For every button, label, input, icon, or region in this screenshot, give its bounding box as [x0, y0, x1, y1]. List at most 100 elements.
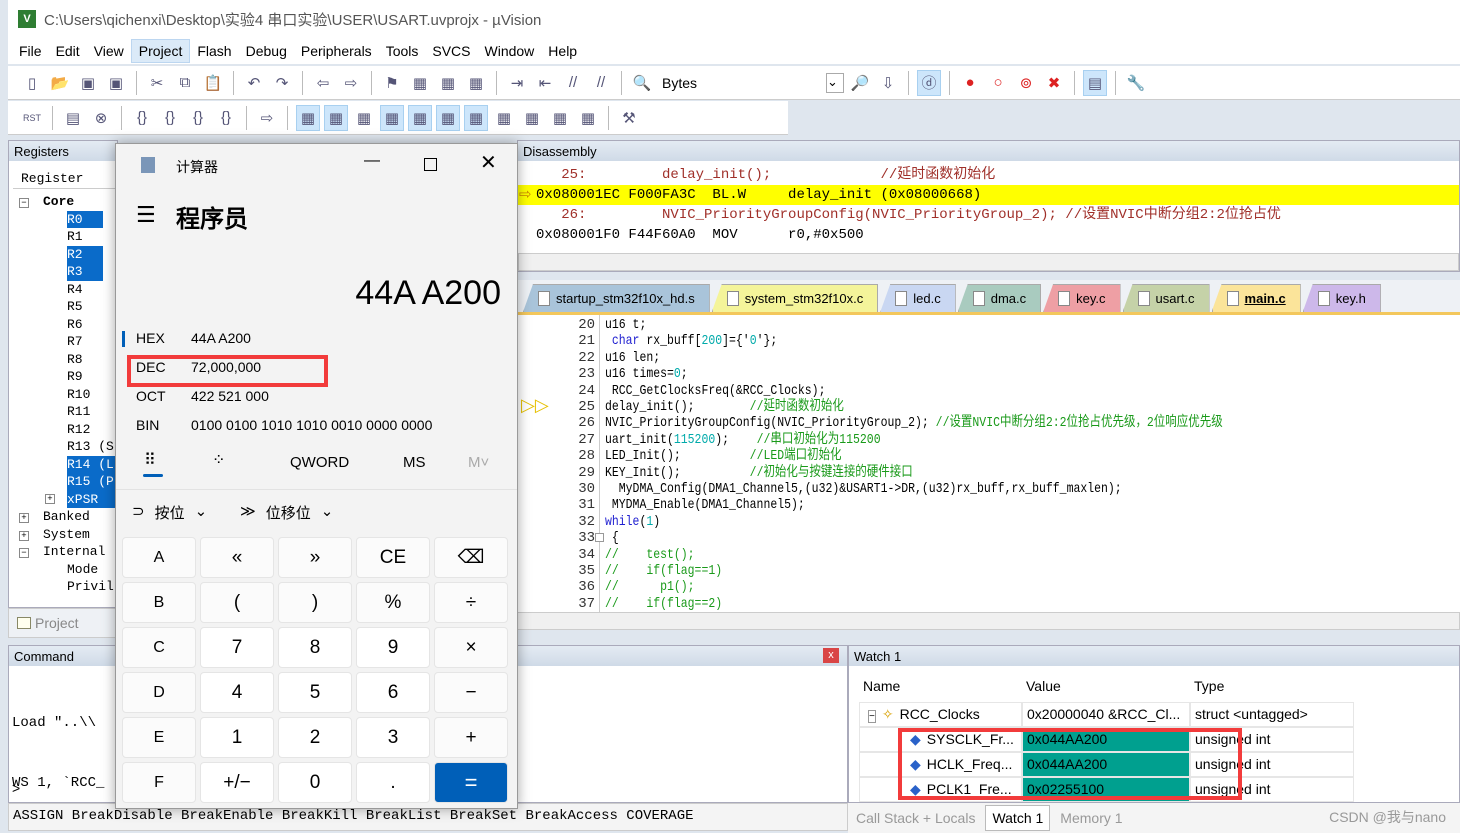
- key-22[interactable]: 2: [278, 717, 352, 758]
- analysis-window-icon[interactable]: ▦: [520, 105, 544, 131]
- key-3[interactable]: CE: [356, 537, 430, 578]
- bookmark-prev-icon[interactable]: ▦: [408, 70, 432, 96]
- key-0[interactable]: A: [122, 537, 196, 578]
- disassembly-window-icon[interactable]: ▦: [324, 104, 348, 131]
- project-tab[interactable]: Project: [8, 608, 118, 638]
- key-2[interactable]: »: [278, 537, 352, 578]
- show-next-statement-icon[interactable]: ⇨: [255, 105, 279, 131]
- full-keypad-icon[interactable]: ⠿: [144, 450, 156, 470]
- kill-breakpoints-icon[interactable]: ✖: [1042, 70, 1066, 96]
- key-13[interactable]: 9: [356, 627, 430, 668]
- menu-flash[interactable]: Flash: [190, 40, 238, 62]
- expand-toggle-icon[interactable]: +: [19, 530, 29, 541]
- save-all-icon[interactable]: ▣: [104, 70, 128, 96]
- watch-row[interactable]: − ✧ RCC_Clocks 0x20000040 &RCC_Cl... struct …: [859, 702, 1354, 727]
- tab-memory-1[interactable]: Memory 1: [1060, 810, 1122, 826]
- key-5[interactable]: B: [122, 582, 196, 623]
- call-stack-icon[interactable]: ▦: [408, 104, 432, 131]
- breakpoint-icon[interactable]: ●: [958, 70, 982, 96]
- key-19[interactable]: −: [434, 672, 508, 713]
- unindent-icon[interactable]: ⇤: [533, 70, 557, 96]
- code-line[interactable]: 34 // test();: [517, 547, 1460, 563]
- close-button[interactable]: ✕: [480, 150, 497, 175]
- incremental-find-icon[interactable]: ⇩: [876, 70, 900, 96]
- key-16[interactable]: 4: [200, 672, 274, 713]
- menu-tools[interactable]: Tools: [379, 40, 426, 62]
- find-icon[interactable]: 🔎: [848, 70, 872, 96]
- minimize-button[interactable]: —: [364, 152, 380, 170]
- registers-window-icon[interactable]: ▦: [380, 104, 404, 131]
- key-1[interactable]: «: [200, 537, 274, 578]
- step-out-icon[interactable]: {}: [186, 105, 210, 131]
- code-line[interactable]: 24 RCC_GetClocksFreq(&RCC_Clocks);: [517, 383, 1460, 399]
- maximize-button[interactable]: [424, 158, 437, 171]
- command-window-icon[interactable]: ▦: [296, 104, 320, 131]
- hamburger-menu-icon[interactable]: ☰: [136, 202, 156, 228]
- disassembly-line[interactable]: 25: delay_init(); //延时函数初始化: [536, 165, 995, 185]
- command-prompt[interactable]: >: [12, 780, 20, 796]
- menu-file[interactable]: File: [12, 40, 49, 62]
- memory-store-button[interactable]: MS: [403, 454, 426, 471]
- code-line[interactable]: 33 {: [517, 530, 1460, 546]
- collapse-toggle-icon[interactable]: −: [868, 710, 876, 723]
- find-combo-text[interactable]: Bytes: [662, 75, 822, 91]
- bookmark-next-icon[interactable]: ▦: [436, 70, 460, 96]
- editor-hscrollbar[interactable]: [517, 612, 1460, 630]
- code-line[interactable]: 32 while(1): [517, 514, 1460, 530]
- bitshift-dropdown[interactable]: ≫ 位移位 ⌄: [240, 502, 333, 523]
- menu-help[interactable]: Help: [541, 40, 584, 62]
- step-over-icon[interactable]: {}: [158, 105, 182, 131]
- new-file-icon[interactable]: ▯: [20, 70, 44, 96]
- trace-window-icon[interactable]: ▦: [548, 105, 572, 131]
- key-27[interactable]: 0: [278, 762, 352, 803]
- tab-key-h[interactable]: key.h: [1302, 284, 1381, 312]
- expand-toggle-icon[interactable]: −: [19, 548, 29, 558]
- key-18[interactable]: 6: [356, 672, 430, 713]
- symbols-window-icon[interactable]: ▦: [352, 105, 376, 131]
- key-12[interactable]: 8: [278, 627, 352, 668]
- tab-led-c[interactable]: led.c: [880, 284, 956, 312]
- code-line[interactable]: 25 delay_init(); //延时函数初始化: [517, 399, 1460, 415]
- paste-icon[interactable]: 📋: [201, 70, 225, 96]
- memory-recall-button[interactable]: M˅: [468, 454, 489, 471]
- disassembly-line[interactable]: 0x080001F0 F44F60A0 MOV r0,#0x500: [536, 225, 864, 245]
- code-line[interactable]: 26 NVIC_PriorityGroupConfig(NVIC_Priority…: [517, 415, 1460, 431]
- copy-icon[interactable]: ⧉: [173, 70, 197, 96]
- key-28[interactable]: .: [356, 762, 430, 803]
- tab-call-stack-locals[interactable]: Call Stack + Locals: [856, 810, 975, 826]
- save-icon[interactable]: ▣: [76, 70, 100, 96]
- code-line[interactable]: 23 u16 times=0;: [517, 366, 1460, 382]
- window-layout-icon[interactable]: ▤: [1083, 69, 1107, 96]
- expand-toggle-icon[interactable]: +: [45, 493, 55, 504]
- key-14[interactable]: ×: [434, 627, 508, 668]
- menu-peripherals[interactable]: Peripherals: [294, 40, 379, 62]
- key-10[interactable]: C: [122, 627, 196, 668]
- tab-dma-c[interactable]: dma.c: [957, 284, 1042, 312]
- open-folder-icon[interactable]: 📂: [48, 70, 72, 96]
- code-line[interactable]: 22 u16 len;: [517, 350, 1460, 366]
- code-line[interactable]: 37 // if(flag==2): [517, 596, 1460, 612]
- code-line[interactable]: 21 char rx_buff[200]={'0'};: [517, 333, 1460, 349]
- nav-forward-icon[interactable]: ⇨: [339, 70, 363, 96]
- expand-toggle-icon[interactable]: +: [19, 513, 29, 523]
- code-line[interactable]: 20 u16 t;: [517, 317, 1460, 333]
- menu-debug[interactable]: Debug: [239, 40, 294, 62]
- menu-view[interactable]: View: [87, 40, 131, 62]
- expand-toggle-icon[interactable]: −: [19, 198, 29, 208]
- tab-system-stm32f10x-c[interactable]: system_stm32f10x.c: [711, 284, 879, 312]
- nav-back-icon[interactable]: ⇦: [311, 70, 335, 96]
- radix-hex[interactable]: HEX 44A A200: [136, 330, 251, 346]
- run-to-cursor-icon[interactable]: {}: [214, 105, 238, 131]
- watch-window-icon[interactable]: ▦: [436, 104, 460, 131]
- reset-icon[interactable]: RST: [20, 105, 44, 131]
- bit-toggle-keypad-icon[interactable]: ⁘: [212, 450, 225, 470]
- code-line[interactable]: 29 KEY_Init(); //初始化与按键连接的硬件接口: [517, 465, 1460, 481]
- key-8[interactable]: %: [356, 582, 430, 623]
- key-9[interactable]: ÷: [434, 582, 508, 623]
- disable-all-breakpoints-icon[interactable]: ⊚: [1014, 70, 1038, 96]
- menu-window[interactable]: Window: [478, 40, 542, 62]
- menu-project[interactable]: Project: [130, 39, 191, 63]
- cut-icon[interactable]: ✂: [145, 70, 169, 96]
- bookmark-icon[interactable]: ⚑: [380, 70, 404, 96]
- redo-icon[interactable]: ↷: [270, 70, 294, 96]
